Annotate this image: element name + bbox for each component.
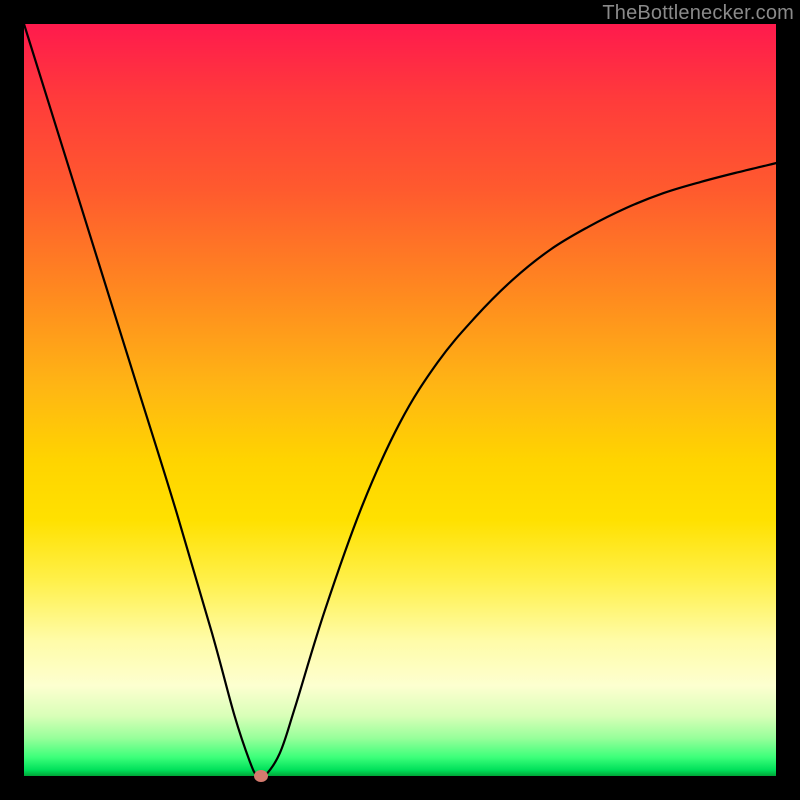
bottleneck-curve xyxy=(24,24,776,776)
plot-area xyxy=(24,24,776,776)
watermark-text: TheBottlenecker.com xyxy=(602,2,794,25)
min-marker xyxy=(254,770,268,782)
chart-frame: TheBottlenecker.com xyxy=(0,0,800,800)
